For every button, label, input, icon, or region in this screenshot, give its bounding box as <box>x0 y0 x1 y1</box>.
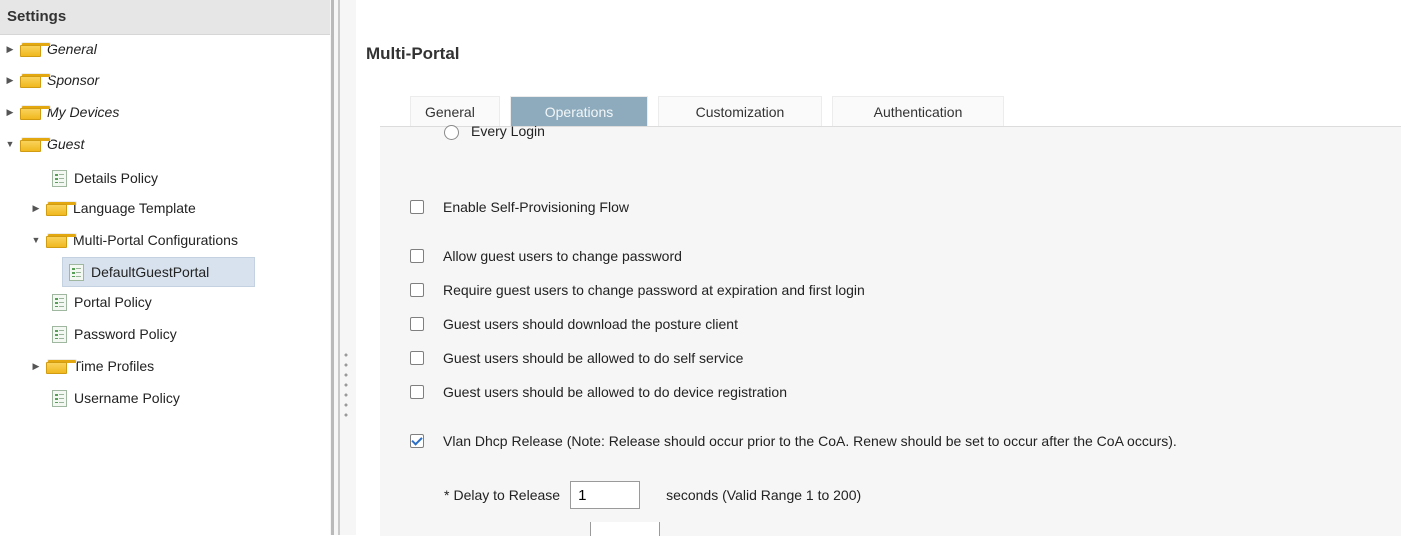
tree-item-my-devices[interactable]: ▶ My Devices <box>4 98 120 126</box>
folder-icon <box>46 232 77 248</box>
checkbox[interactable] <box>410 351 424 365</box>
tree-item-label: Password Policy <box>74 326 177 342</box>
option-self-service[interactable]: Guest users should be allowed to do self… <box>380 350 743 366</box>
tree-item-label: Username Policy <box>74 390 180 406</box>
settings-tree: Settings ▶ General ▶ Sponsor ▶ My Device… <box>0 0 330 535</box>
pane-splitter[interactable] <box>330 0 356 535</box>
folder-icon <box>46 200 77 216</box>
tab-customization[interactable]: Customization <box>658 96 822 126</box>
delay-to-coa-input[interactable] <box>590 522 660 536</box>
expand-arrow-icon[interactable]: ▶ <box>30 361 42 372</box>
policy-doc-icon <box>52 325 67 343</box>
expand-arrow-icon[interactable]: ▶ <box>4 107 16 118</box>
option-label: Guest users should be allowed to do self… <box>443 350 744 366</box>
tree-item-guest[interactable]: ▼ Guest <box>4 130 85 158</box>
tree-item-label: My Devices <box>47 104 120 120</box>
tree-item-username-policy[interactable]: Username Policy <box>52 384 180 412</box>
radio-row-every-login[interactable]: Every Login <box>380 125 545 149</box>
option-label: Vlan Dhcp Release (Note: Release should … <box>443 433 1177 449</box>
option-posture-client[interactable]: Guest users should download the posture … <box>380 316 738 332</box>
option-change-password[interactable]: Allow guest users to change password <box>380 248 682 264</box>
tab-general[interactable]: General <box>410 96 500 126</box>
splitter-border <box>331 0 334 535</box>
option-label: Guest users should download the posture … <box>443 316 738 332</box>
checkbox[interactable] <box>410 317 424 331</box>
policy-doc-icon <box>69 263 84 281</box>
collapse-arrow-icon[interactable]: ▼ <box>30 235 42 245</box>
every-login-radio[interactable] <box>444 125 459 140</box>
operations-panel: Every Login Enable Self-Provisioning Flo… <box>380 125 1401 536</box>
delay-suffix: seconds (Valid Range 1 to 200) <box>666 487 862 503</box>
tab-bar: General Operations Customization Authent… <box>410 96 1014 126</box>
option-label: Allow guest users to change password <box>443 248 682 264</box>
tab-operations[interactable]: Operations <box>510 96 648 126</box>
tree-item-label: Sponsor <box>47 72 100 88</box>
tree-item-label: General <box>47 41 97 57</box>
tree-item-details-policy[interactable]: Details Policy <box>52 164 158 192</box>
folder-icon <box>20 72 51 88</box>
tree-item-label: Portal Policy <box>74 294 152 310</box>
tree-item-language-template[interactable]: ▶ Language Template <box>30 194 196 222</box>
option-label: Guest users should be allowed to do devi… <box>443 384 787 400</box>
tree-item-label: Guest <box>47 136 85 152</box>
content-area: Multi-Portal General Operations Customiz… <box>356 0 1401 536</box>
expand-arrow-icon[interactable]: ▶ <box>30 203 42 214</box>
policy-doc-icon <box>52 389 67 407</box>
policy-doc-icon <box>52 293 67 311</box>
policy-doc-icon <box>52 169 67 187</box>
folder-icon <box>20 136 51 152</box>
tree-item-multi-portal-configurations[interactable]: ▼ Multi-Portal Configurations <box>30 226 238 254</box>
tree-item-label: Details Policy <box>74 170 159 186</box>
delay-to-release-row: * Delay to Release seconds (Valid Range … <box>444 481 861 509</box>
tree-item-default-guest-portal[interactable]: DefaultGuestPortal <box>62 257 255 287</box>
option-label: Require guest users to change password a… <box>443 282 865 298</box>
radio-label: Every Login <box>471 125 545 139</box>
tree-item-label: Language Template <box>73 200 196 216</box>
collapse-arrow-icon[interactable]: ▼ <box>4 139 16 149</box>
tree-item-label: Multi-Portal Configurations <box>73 232 238 248</box>
option-device-registration[interactable]: Guest users should be allowed to do devi… <box>380 384 787 400</box>
checkbox[interactable] <box>410 249 424 263</box>
delay-to-release-input[interactable] <box>570 481 641 509</box>
required-marker: * <box>444 487 450 503</box>
splitter-grip-icon[interactable] <box>344 350 348 420</box>
delay-to-coa-row-cut-off <box>444 522 1401 536</box>
folder-icon <box>20 104 51 120</box>
delay-label: Delay to Release <box>453 487 561 503</box>
expand-arrow-icon[interactable]: ▶ <box>4 44 16 55</box>
folder-icon <box>20 41 51 57</box>
tree-item-label: DefaultGuestPortal <box>91 264 210 280</box>
checkbox[interactable] <box>410 385 424 399</box>
checkbox-checked[interactable] <box>410 434 424 448</box>
page-title: Multi-Portal <box>366 44 460 63</box>
tree-header: Settings <box>0 0 330 35</box>
tab-authentication[interactable]: Authentication <box>832 96 1004 126</box>
option-vlan-dhcp-release[interactable]: Vlan Dhcp Release (Note: Release should … <box>380 433 1177 449</box>
option-self-provisioning[interactable]: Enable Self-Provisioning Flow <box>380 199 629 215</box>
tree-item-sponsor[interactable]: ▶ Sponsor <box>4 66 100 94</box>
splitter-border <box>338 0 340 535</box>
folder-icon <box>46 358 77 374</box>
tree-item-label: Time Profiles <box>73 358 155 374</box>
tree-item-password-policy[interactable]: Password Policy <box>52 320 177 348</box>
option-require-change-password[interactable]: Require guest users to change password a… <box>380 282 865 298</box>
checkbox[interactable] <box>410 200 424 214</box>
tree-item-general[interactable]: ▶ General <box>4 35 97 63</box>
tree-item-portal-policy[interactable]: Portal Policy <box>52 288 152 316</box>
option-label: Enable Self-Provisioning Flow <box>443 199 629 215</box>
expand-arrow-icon[interactable]: ▶ <box>4 75 16 86</box>
checkbox[interactable] <box>410 283 424 297</box>
tree-item-time-profiles[interactable]: ▶ Time Profiles <box>30 352 155 380</box>
